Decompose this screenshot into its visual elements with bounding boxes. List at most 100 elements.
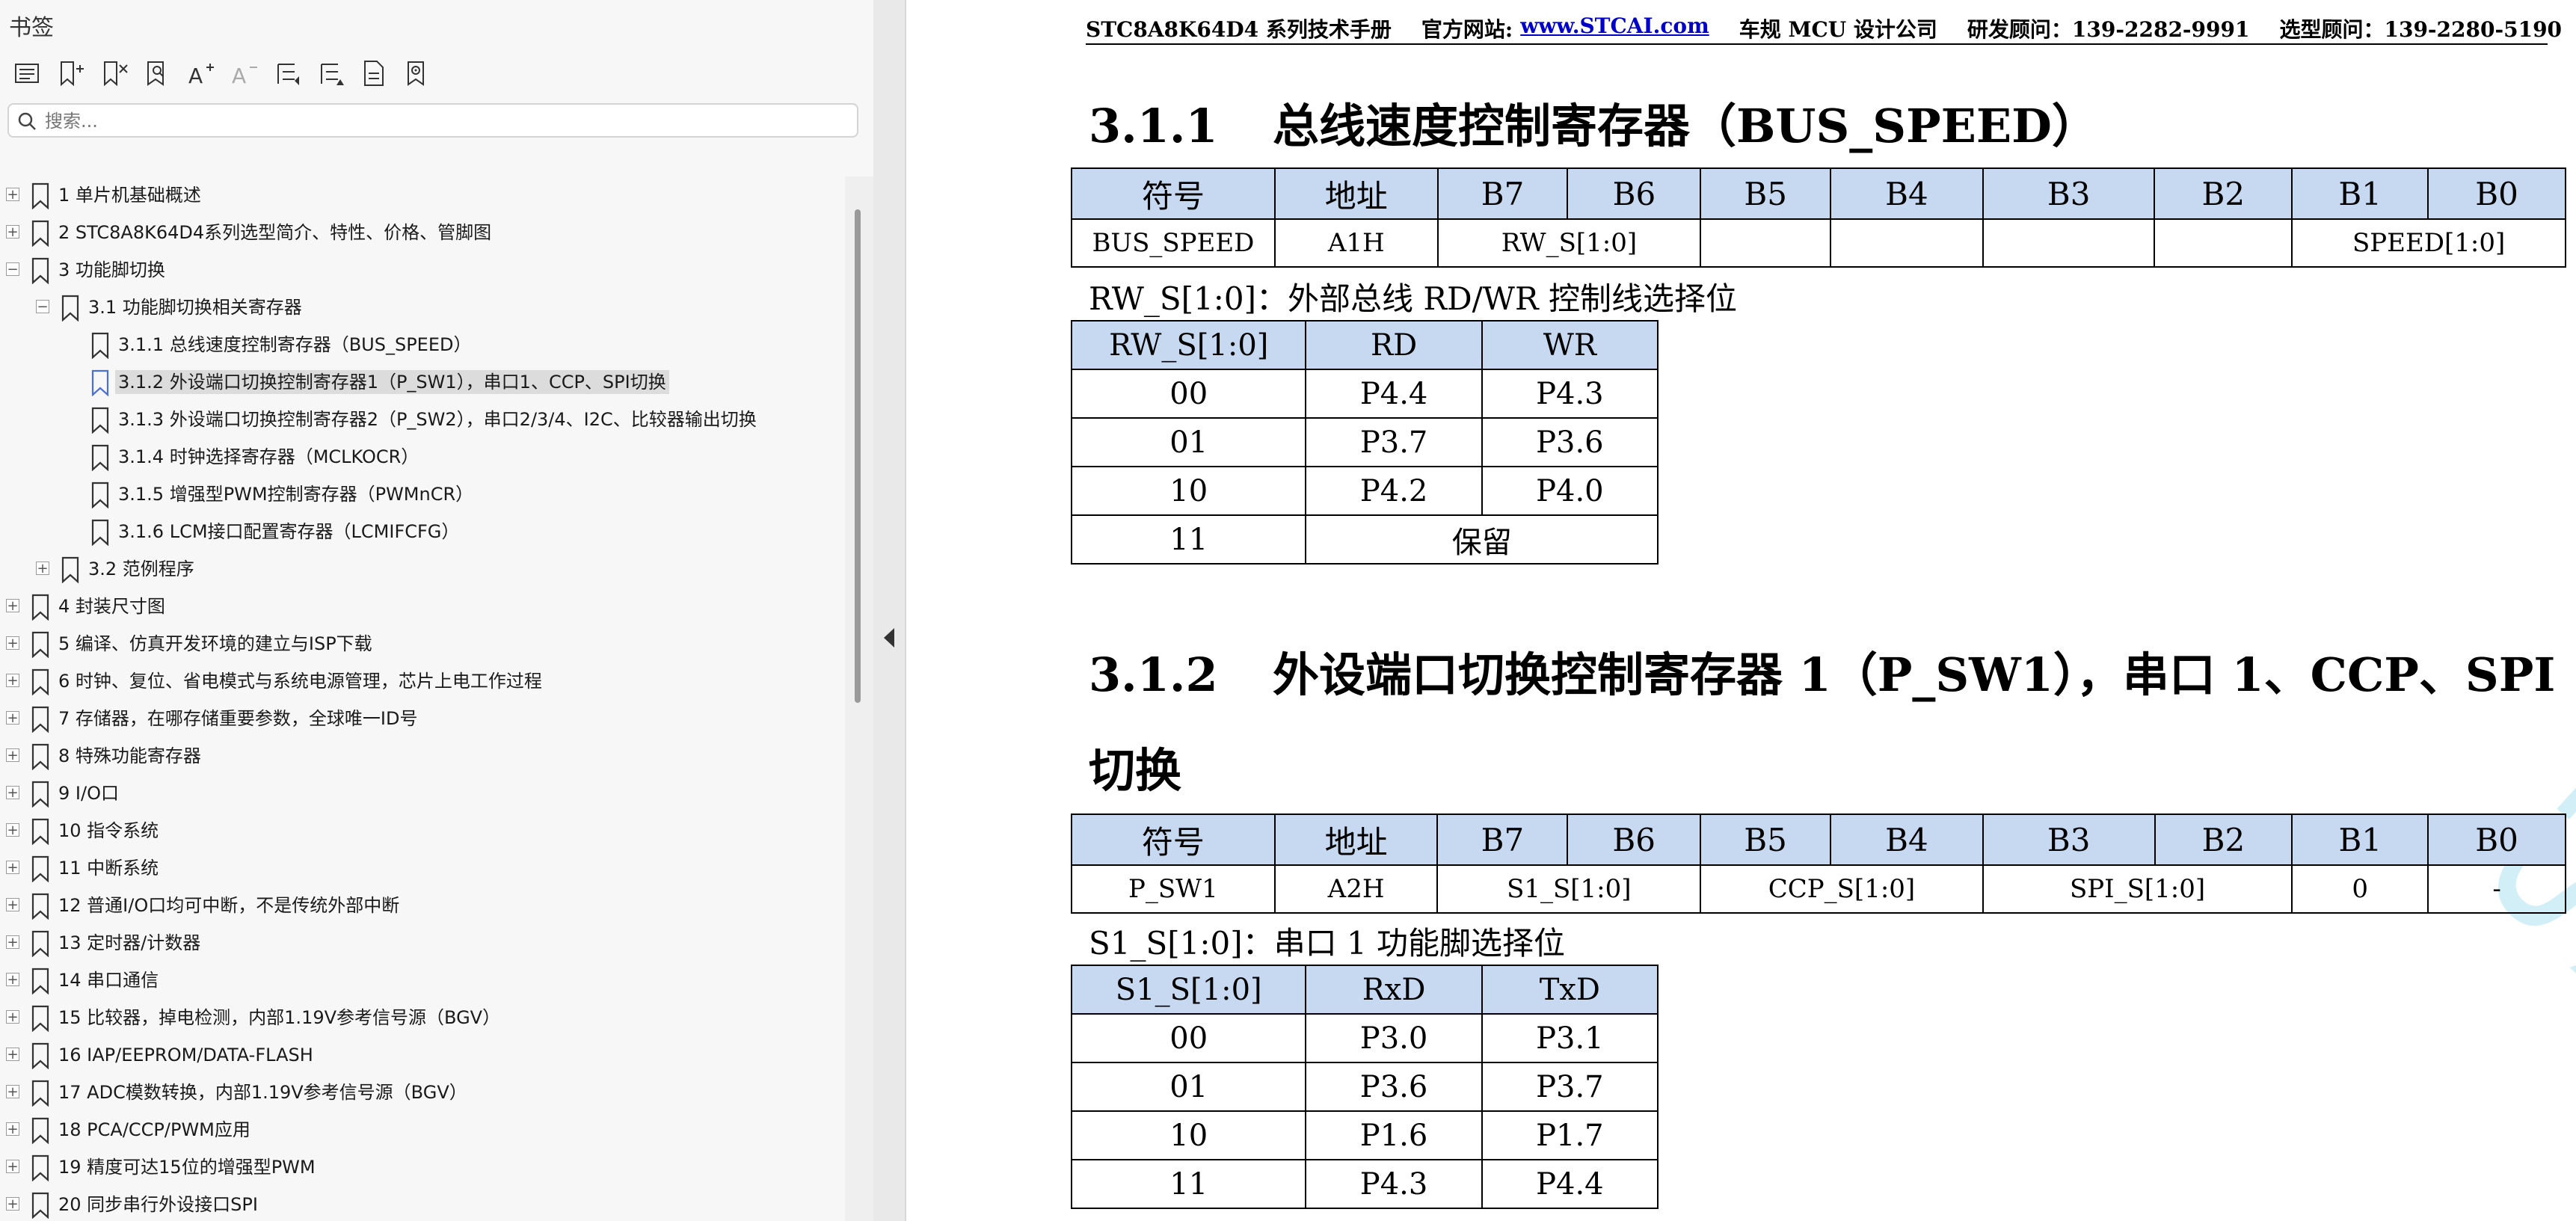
scrollbar-thumb[interactable] [855,209,861,703]
bookmark-item[interactable]: +2 STC8A8K64D4系列选型简介、特性、价格、管脚图 [0,214,845,251]
expand-icon[interactable]: + [6,188,19,202]
site-link[interactable]: www.STCAI.com [1520,13,1709,43]
bookmark-item[interactable]: 3.1.6 LCM接口配置寄存器（LCMIFCFG） [0,513,845,550]
bookmark-item[interactable]: +4 封装尺寸图 [0,588,845,625]
section-title: 外设端口切换控制寄存器 1（P_SW1），串口 1、CCP、SPI [1273,648,2556,702]
expand-icon[interactable]: + [6,1010,19,1024]
bookmark-item[interactable]: +8 特殊功能寄存器 [0,737,845,775]
bookmark-item[interactable]: +1 单片机基础概述 [0,176,845,214]
bookmark-item[interactable]: 3.1.3 外设端口切换控制寄存器2（P_SW2），串口2/3/4、I2C、比较… [0,401,845,438]
expand-icon[interactable]: + [6,1160,19,1174]
bookmark-locate-button[interactable] [398,52,437,94]
font-decrease-button[interactable]: A [224,52,263,94]
expand-icon[interactable]: + [6,636,19,651]
bookmark-label: 3.2 范例程序 [88,559,194,579]
panel-splitter[interactable] [873,0,906,1221]
bookmark-properties-button[interactable] [354,52,393,94]
bookmark-label: 3.1.2 外设端口切换控制寄存器1（P_SW1），串口1、CCP、SPI切换 [115,370,669,394]
expand-icon[interactable]: + [6,1197,19,1211]
bookmark-item[interactable]: 3.1.2 外设端口切换控制寄存器1（P_SW1），串口1、CCP、SPI切换 [0,363,845,401]
reg-symbol: P_SW1 [1071,864,1276,914]
search-box[interactable] [7,103,858,138]
collapse-panel-icon[interactable] [881,627,897,649]
bookmark-label: 19 精度可达15位的增强型PWM [58,1157,316,1178]
bookmark-delete-button[interactable] [94,52,133,94]
expand-all-button[interactable] [268,52,307,94]
expand-icon[interactable]: + [6,973,19,987]
collapse-icon[interactable]: − [6,262,19,277]
select-cell: 01 [1070,1062,1307,1112]
bookmark-item[interactable]: +7 存储器，在哪存储重要参数，全球唯一ID号 [0,700,845,737]
reg-header-cell: 地址 [1273,167,1439,220]
select-table-s1-s: S1_S[1:0] RxD TxD 00 P3.0 P3.1 01 P3.6 P3.7 10 P1.… [1070,965,1659,1209]
bookmark-list-button[interactable] [7,52,46,94]
bookmark-icon [91,482,109,508]
reg-field-empty [1982,218,2156,268]
reg-header-cell: B1 [2291,814,2429,866]
section-number: 3.1.2 [1089,648,1218,702]
company-text: 车规 MCU 设计公司 [1739,17,1937,42]
bookmark-item[interactable]: +15 比较器，掉电检测，内部1.19V参考信号源（BGV） [0,999,845,1036]
bookmark-item[interactable]: +10 指令系统 [0,812,845,849]
bookmark-find-button[interactable] [138,52,176,94]
search-input[interactable] [43,108,854,135]
bookmark-item[interactable]: +14 串口通信 [0,962,845,999]
bookmark-item[interactable]: 3.1.4 时钟选择寄存器（MCLKOCR） [0,438,845,476]
expand-icon[interactable]: + [6,823,19,837]
bookmark-item[interactable]: +20 同步串行外设接口SPI [0,1186,845,1221]
bookmark-item[interactable]: +13 定时器/计数器 [0,924,845,962]
bookmark-item[interactable]: +16 IAP/EEPROM/DATA-FLASH [0,1036,845,1074]
expand-icon[interactable]: + [6,748,19,763]
bookmark-icon [31,893,49,920]
bookmark-item[interactable]: − 3 功能脚切换 [0,251,845,289]
bookmark-item[interactable]: 3.1.5 增强型PWM控制寄存器（PWMnCR） [0,476,845,513]
collapse-all-button[interactable] [311,52,350,94]
expand-icon[interactable]: + [6,711,19,725]
bookmark-label: 1 单片机基础概述 [58,185,201,206]
expand-icon[interactable]: + [6,1048,19,1062]
reg-header-cell: B3 [1982,814,2156,866]
expand-icon[interactable]: + [6,898,19,912]
bookmark-item[interactable]: 3.1.1 总线速度控制寄存器（BUS_SPEED） [0,326,845,363]
bookmark-item[interactable]: +12 普通I/O口均可中断，不是传统外部中断 [0,887,845,924]
expand-icon[interactable]: + [6,599,19,613]
reg-address: A1H [1273,218,1439,268]
reg-field-spi-s: SPI_S[1:0] [1982,864,2293,914]
bookmark-item[interactable]: − 3.1 功能脚切换相关寄存器 [0,289,845,326]
bookmark-icon [91,444,109,471]
reg-header-cell: B7 [1436,814,1569,866]
bookmark-item[interactable]: +5 编译、仿真开发环境的建立与ISP下载 [0,625,845,662]
bookmark-item[interactable]: +9 I/O口 [0,775,845,812]
expand-icon[interactable]: + [6,935,19,950]
reg-header-cell: 符号 [1071,814,1276,866]
expand-icon[interactable]: + [36,562,49,576]
expand-icon[interactable]: + [6,786,19,800]
bookmark-item[interactable]: +19 精度可达15位的增强型PWM [0,1148,845,1186]
expand-icon[interactable]: + [6,674,19,688]
bookmark-label: 13 定时器/计数器 [58,932,201,953]
reg-field-empty [1830,218,1984,268]
bookmark-item[interactable]: +11 中断系统 [0,849,845,887]
bookmark-item[interactable]: +3.2 范例程序 [0,550,845,588]
expand-icon[interactable]: + [6,1122,19,1137]
expand-icon[interactable]: + [6,1085,19,1099]
sales-contact: 选型顾问：139-2280-5190 [2279,17,2563,42]
font-increase-button[interactable]: A [181,52,220,94]
select-cell: P4.4 [1481,1159,1659,1209]
table-row: 10 P4.2 P4.0 [1070,466,1659,516]
bookmark-icon [31,781,49,808]
expand-icon[interactable]: + [6,225,19,239]
bookmark-add-button[interactable] [51,52,90,94]
bookmark-item[interactable]: +6 时钟、复位、省电模式与系统电源管理，芯片上电工作过程 [0,662,845,700]
manual-title: STC8A8K64D4 系列技术手册 [1086,17,1392,42]
collapse-icon[interactable]: − [36,300,49,314]
bookmark-item[interactable]: +17 ADC模数转换，内部1.19V参考信号源（BGV） [0,1074,845,1111]
svg-text:A: A [232,64,246,88]
expand-icon[interactable]: + [6,861,19,875]
bookmark-icon [31,743,49,770]
select-header-cell: S1_S[1:0] [1070,965,1307,1015]
select-cell: P3.1 [1481,1013,1659,1063]
select-cell: 00 [1070,1013,1307,1063]
bookmark-item[interactable]: +18 PCA/CCP/PWM应用 [0,1111,845,1148]
bookmark-label: 3.1.1 总线速度控制寄存器（BUS_SPEED） [118,334,472,355]
